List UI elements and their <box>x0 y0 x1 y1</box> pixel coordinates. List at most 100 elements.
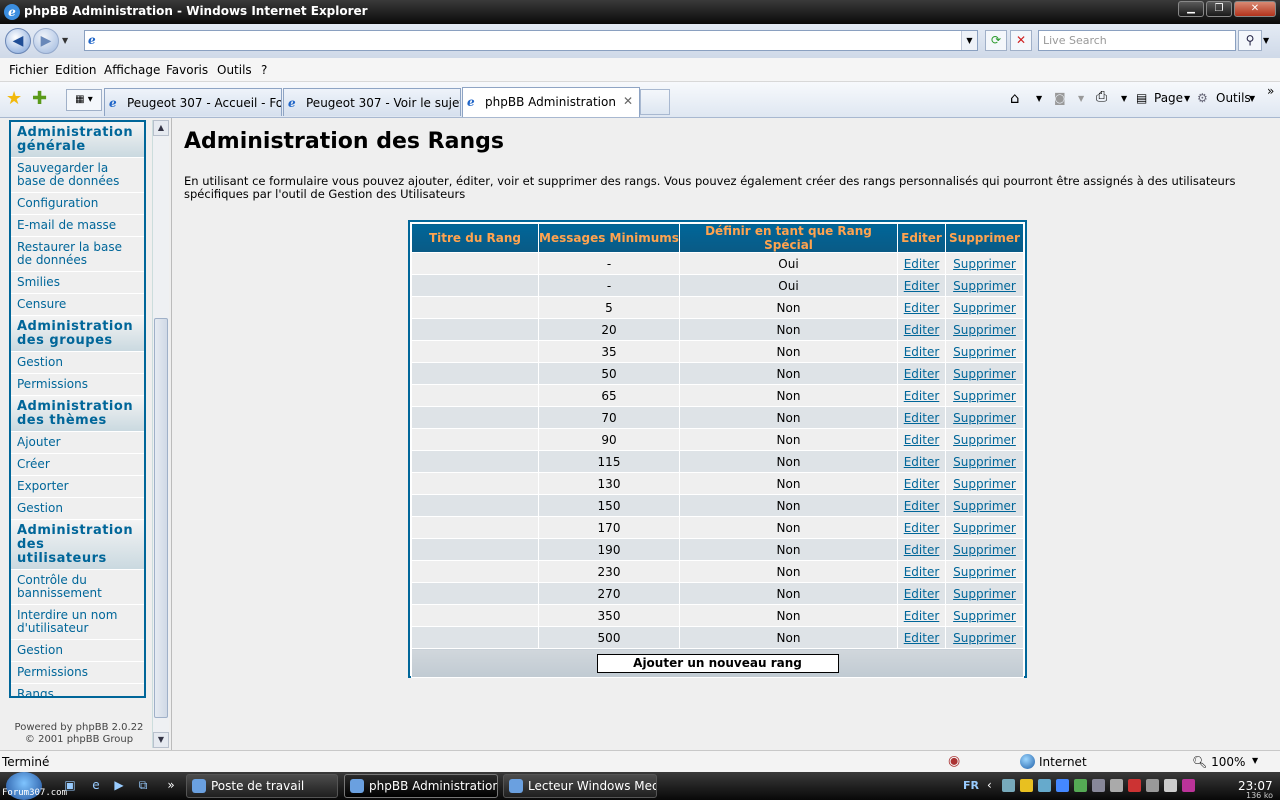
edit-link[interactable]: Editer <box>904 367 940 381</box>
media-player-quicklaunch-icon[interactable]: ▶ <box>111 778 127 794</box>
feeds-icon[interactable]: ◙ <box>1054 91 1066 105</box>
page-dropdown[interactable]: ▼ <box>1184 94 1190 103</box>
delete-link[interactable]: Supprimer <box>953 609 1016 623</box>
switch-windows-icon[interactable]: ⧉ <box>135 778 151 794</box>
edit-link[interactable]: Editer <box>904 455 940 469</box>
search-options-dropdown[interactable]: ▼ <box>1263 36 1269 45</box>
scroll-up-icon[interactable]: ▲ <box>153 120 169 136</box>
sync-icon[interactable] <box>1038 779 1051 792</box>
nav-link-smilies[interactable]: Smilies <box>11 272 144 294</box>
delete-link[interactable]: Supprimer <box>953 587 1016 601</box>
edit-link[interactable]: Editer <box>904 631 940 645</box>
back-button[interactable]: ◀ <box>5 28 31 54</box>
nav-link-ban-control[interactable]: Contrôle du bannissement <box>11 570 144 605</box>
edit-link[interactable]: Editer <box>904 301 940 315</box>
home-icon[interactable]: ⌂ <box>1010 89 1020 107</box>
delete-link[interactable]: Supprimer <box>953 257 1016 271</box>
security-shield-icon[interactable] <box>1020 779 1033 792</box>
ie-quicklaunch-icon[interactable]: e <box>88 778 104 794</box>
edit-link[interactable]: Editer <box>904 411 940 425</box>
favorites-center-icon[interactable]: ★ <box>6 88 22 109</box>
chevron-more-icon[interactable]: » <box>1267 84 1274 98</box>
display-icon[interactable] <box>1164 779 1177 792</box>
minimize-button[interactable]: ▁ <box>1178 1 1204 17</box>
edit-link[interactable]: Editer <box>904 587 940 601</box>
security-zone[interactable]: Internet <box>1039 755 1087 769</box>
nav-link-groups-manage[interactable]: Gestion <box>11 352 144 374</box>
task-media-player[interactable]: Lecteur Windows Media <box>503 774 657 798</box>
nav-link-disallow-username[interactable]: Interdire un nom d'utilisateur <box>11 605 144 640</box>
tray-expand-icon[interactable]: ‹ <box>987 778 992 792</box>
search-input[interactable]: Live Search <box>1038 30 1236 51</box>
volume-icon[interactable] <box>1110 779 1123 792</box>
edit-link[interactable]: Editer <box>904 565 940 579</box>
nav-link-restore[interactable]: Restaurer la base de données <box>11 237 144 272</box>
menu-edit[interactable]: Edition <box>55 63 97 77</box>
delete-link[interactable]: Supprimer <box>953 499 1016 513</box>
stop-button[interactable]: ✕ <box>1010 30 1032 51</box>
nav-link-backup[interactable]: Sauvegarder la base de données <box>11 158 144 193</box>
network-icon[interactable] <box>1002 779 1015 792</box>
nav-link-users-manage[interactable]: Gestion <box>11 640 144 662</box>
refresh-button[interactable]: ⟳ <box>985 30 1007 51</box>
edit-link[interactable]: Editer <box>904 345 940 359</box>
menu-favorites[interactable]: Favoris <box>166 63 208 77</box>
quick-tabs-button[interactable]: ▦ ▾ <box>66 89 102 111</box>
home-dropdown[interactable]: ▼ <box>1036 94 1042 103</box>
delete-link[interactable]: Supprimer <box>953 389 1016 403</box>
edit-link[interactable]: Editer <box>904 279 940 293</box>
edit-link[interactable]: Editer <box>904 323 940 337</box>
search-button[interactable]: ⚲ <box>1238 30 1262 51</box>
tray-app-icon[interactable] <box>1146 779 1159 792</box>
bluetooth-icon[interactable] <box>1056 779 1069 792</box>
edit-link[interactable]: Editer <box>904 433 940 447</box>
print-dropdown[interactable]: ▼ <box>1121 94 1127 103</box>
show-desktop-icon[interactable]: ▣ <box>62 778 78 794</box>
menu-view[interactable]: Affichage <box>104 63 160 77</box>
delete-link[interactable]: Supprimer <box>953 477 1016 491</box>
language-indicator[interactable]: FR <box>963 779 979 792</box>
nav-link-themes-create[interactable]: Créer <box>11 454 144 476</box>
nav-link-users-permissions[interactable]: Permissions <box>11 662 144 684</box>
address-input[interactable]: e ▼ <box>84 30 978 51</box>
zoom-dropdown[interactable]: ▼ <box>1252 756 1258 765</box>
edit-link[interactable]: Editer <box>904 389 940 403</box>
menu-help[interactable]: ? <box>261 63 267 77</box>
maximize-button[interactable]: ❐ <box>1206 1 1232 17</box>
delete-link[interactable]: Supprimer <box>953 367 1016 381</box>
close-button[interactable]: ✕ <box>1234 1 1276 17</box>
tab-phpbb-admin[interactable]: e phpBB Administration ✕ <box>462 87 640 117</box>
tray-app-icon[interactable] <box>1074 779 1087 792</box>
add-rank-button[interactable]: Ajouter un nouveau rang <box>596 653 839 673</box>
delete-link[interactable]: Supprimer <box>953 323 1016 337</box>
edit-link[interactable]: Editer <box>904 521 940 535</box>
tools-menu[interactable]: Outils <box>1216 91 1251 105</box>
tab-peugeot-home[interactable]: e Peugeot 307 - Accueil - Foru... <box>104 88 282 116</box>
forward-button[interactable]: ▶ <box>33 28 59 54</box>
edit-link[interactable]: Editer <box>904 543 940 557</box>
tab-peugeot-topic[interactable]: e Peugeot 307 - Voir le sujet - ... <box>283 88 461 116</box>
feeds-dropdown[interactable]: ▼ <box>1078 94 1084 103</box>
delete-link[interactable]: Supprimer <box>953 543 1016 557</box>
nav-link-groups-permissions[interactable]: Permissions <box>11 374 144 396</box>
nav-link-configuration[interactable]: Configuration <box>11 193 144 215</box>
edit-link[interactable]: Editer <box>904 477 940 491</box>
add-favorite-icon[interactable]: ✚ <box>32 88 47 109</box>
quicklaunch-more-icon[interactable]: » <box>163 778 179 794</box>
task-my-computer[interactable]: Poste de travail <box>186 774 338 798</box>
delete-link[interactable]: Supprimer <box>953 279 1016 293</box>
delete-link[interactable]: Supprimer <box>953 565 1016 579</box>
delete-link[interactable]: Supprimer <box>953 433 1016 447</box>
printer-tray-icon[interactable] <box>1092 779 1105 792</box>
print-icon[interactable]: ⎙ <box>1096 89 1107 105</box>
delete-link[interactable]: Supprimer <box>953 301 1016 315</box>
scroll-down-icon[interactable]: ▼ <box>153 732 169 748</box>
privacy-icon[interactable]: ◉ <box>948 753 960 769</box>
delete-link[interactable]: Supprimer <box>953 411 1016 425</box>
page-menu[interactable]: Page <box>1154 91 1183 105</box>
nav-scrollbar[interactable]: ▲ ▼ <box>152 120 169 748</box>
delete-link[interactable]: Supprimer <box>953 345 1016 359</box>
tools-dropdown[interactable]: ▼ <box>1249 94 1255 103</box>
edit-link[interactable]: Editer <box>904 499 940 513</box>
nav-link-censor[interactable]: Censure <box>11 294 144 316</box>
